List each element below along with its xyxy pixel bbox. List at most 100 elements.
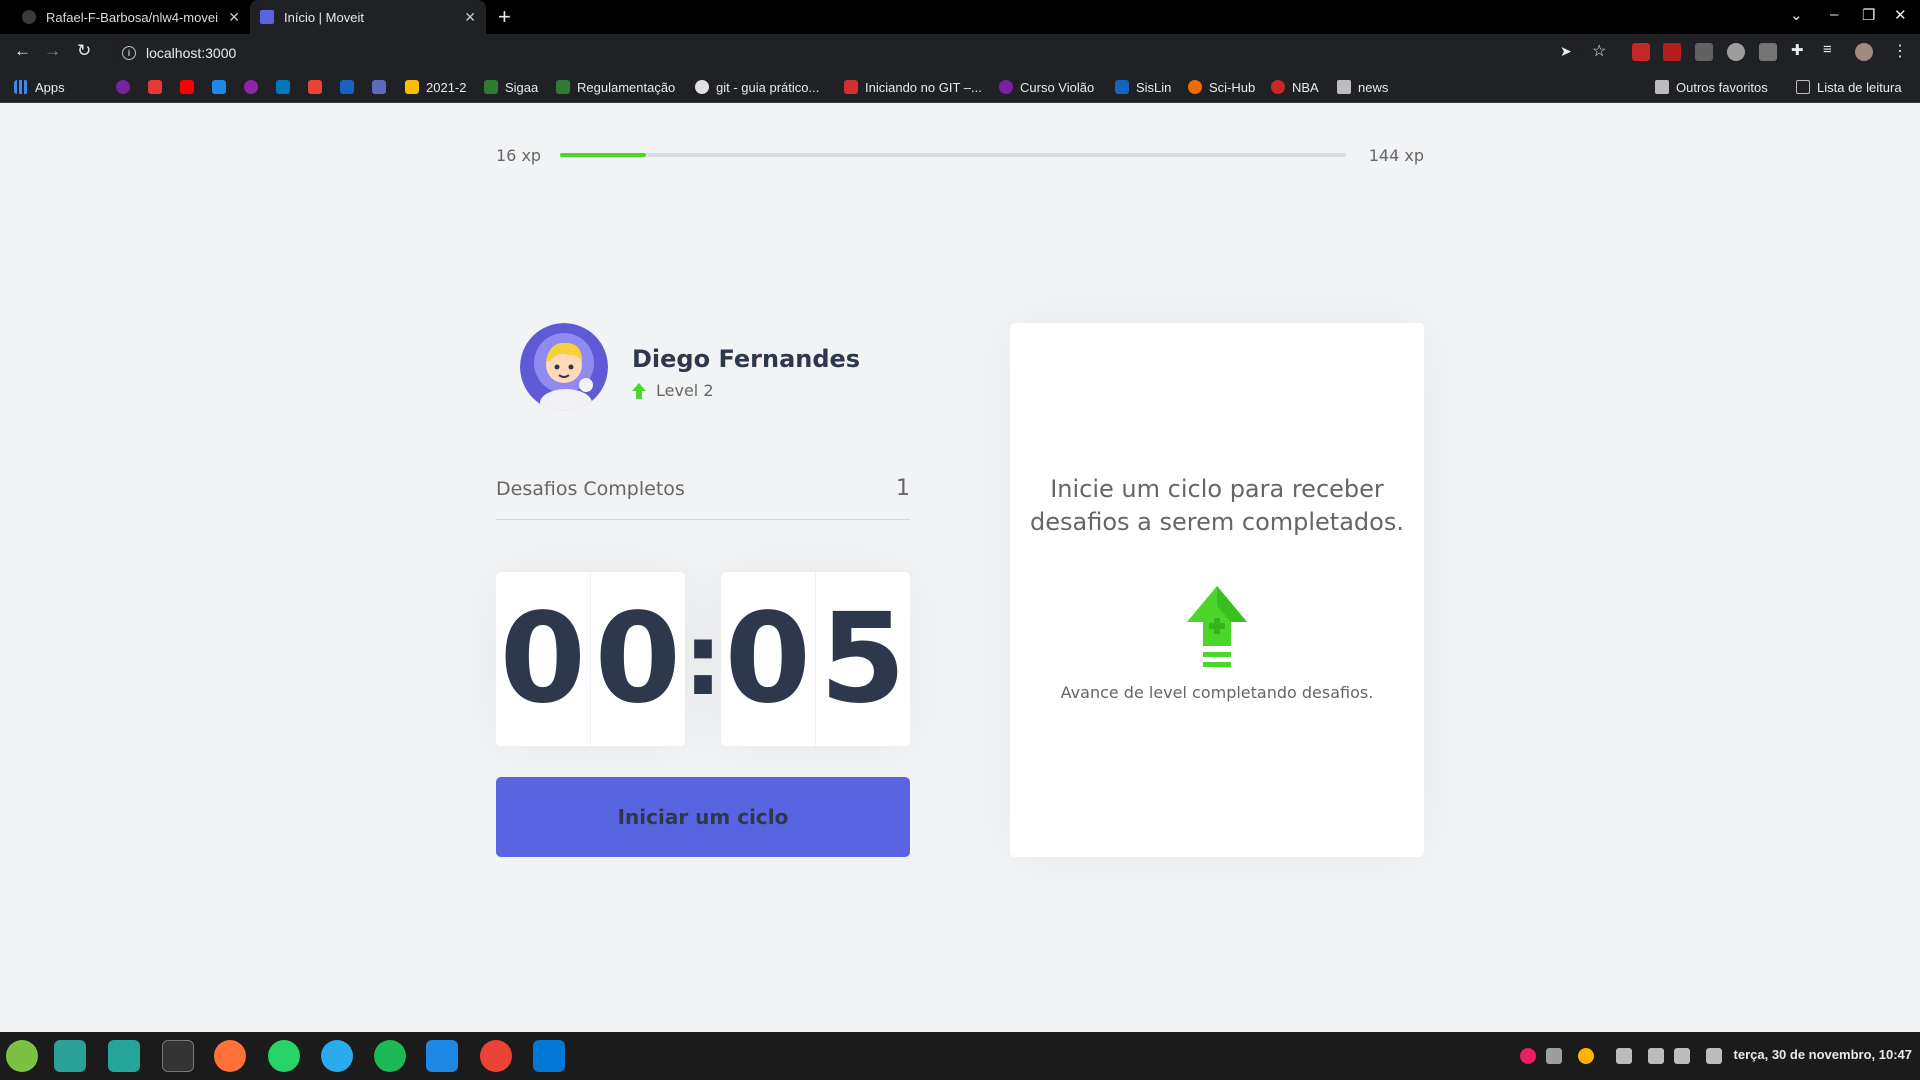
avatar [520, 323, 608, 411]
whatsapp-icon[interactable] [268, 1040, 300, 1072]
challenge-box-title: Inicie um ciclo para receber desafios a … [1030, 475, 1404, 536]
spotify-icon[interactable] [374, 1040, 406, 1072]
settings-icon[interactable] [108, 1040, 140, 1072]
files-icon[interactable] [426, 1040, 458, 1072]
address-bar[interactable]: i localhost:3000 [112, 39, 1580, 66]
telegram-tray-icon[interactable] [1616, 1048, 1632, 1064]
completed-challenges-label: Desafios Completos [496, 478, 685, 500]
avatar[interactable] [1855, 43, 1873, 61]
minimize-icon[interactable]: – [1830, 6, 1838, 23]
bookmark-icon-link[interactable] [212, 78, 226, 96]
close-icon[interactable]: ✕ [464, 9, 476, 26]
reading-list[interactable]: Lista de leitura [1796, 78, 1902, 96]
tab-moveit[interactable]: Início | Moveit ✕ [250, 0, 486, 34]
new-tab-icon[interactable]: + [498, 4, 511, 30]
close-window-icon[interactable]: ✕ [1894, 6, 1907, 24]
bookmark-label: git - guia prático... [716, 79, 820, 95]
bluetooth-icon[interactable] [1648, 1048, 1664, 1064]
puzzle-icon[interactable]: ✚ [1791, 41, 1804, 59]
twitch-icon [999, 80, 1013, 94]
bookmark-sislin[interactable]: SisLin [1115, 78, 1171, 96]
youtube-icon [180, 80, 194, 94]
network-icon[interactable] [1706, 1048, 1722, 1064]
tab-github[interactable]: Rafael-F-Barbosa/nlw4-movei ✕ [12, 0, 250, 34]
firefox-icon[interactable] [214, 1040, 246, 1072]
bookmark-icon-link[interactable] [148, 78, 162, 96]
info-icon[interactable]: i [122, 45, 136, 60]
challenge-box-hint: Avance de level completando desafios. [1060, 683, 1374, 702]
forward-icon[interactable]: → [44, 41, 61, 61]
bookmark-nba[interactable]: NBA [1271, 78, 1319, 96]
bookmark-curso-violao[interactable]: Curso Violão [999, 78, 1094, 96]
send-icon[interactable]: ➤ [1560, 43, 1572, 60]
shield-icon[interactable] [1674, 1048, 1690, 1064]
calendar-icon [244, 80, 258, 94]
completed-challenges-count: 1 [896, 476, 910, 501]
bookmark-icon-link[interactable] [180, 78, 194, 96]
restore-icon[interactable]: ❐ [1862, 6, 1875, 24]
minutes-units-digit: 0 [594, 587, 681, 731]
music-icon[interactable] [1546, 1048, 1562, 1064]
bookmark-regulamentacao[interactable]: Regulamentação [556, 78, 675, 96]
extension-icon[interactable] [1663, 43, 1681, 61]
bookmark-label: Lista de leitura [1817, 79, 1902, 95]
bookmark-news[interactable]: news [1337, 78, 1388, 96]
reading-list-icon [1796, 80, 1810, 94]
extension-icon[interactable] [1632, 43, 1650, 61]
bookmark-iniciando-git[interactable]: Iniciando no GIT –... [844, 78, 982, 96]
bookmark-label: Outros favoritos [1676, 79, 1768, 95]
tab-title: Início | Moveit [284, 9, 364, 25]
bookmark-label: Regulamentação [577, 79, 676, 95]
countdown-separator: : [683, 600, 723, 718]
profile-name: Diego Fernandes [632, 345, 861, 373]
bookmark-icon-link[interactable] [244, 78, 258, 96]
bookmark-scihub[interactable]: Sci-Hub [1188, 78, 1255, 96]
tab-search-icon[interactable]: ⌄ [1790, 6, 1803, 24]
clock[interactable]: terça, 30 de novembro, 10:47 [1734, 1047, 1912, 1062]
zoom-icon [340, 80, 354, 94]
bookmark-label: SisLin [1136, 79, 1172, 95]
bookmark-git-guide[interactable]: git - guia prático... [695, 78, 819, 96]
tray-app-icon[interactable] [1578, 1048, 1594, 1064]
close-icon[interactable]: ✕ [228, 9, 240, 26]
outlook-icon [212, 80, 226, 94]
bookmark-icon-link[interactable] [116, 78, 130, 96]
bookmark-icon-link[interactable] [276, 78, 290, 96]
trello-icon [276, 80, 290, 94]
bookmark-label: news [1358, 79, 1389, 95]
chrome-icon[interactable] [480, 1040, 512, 1072]
challenge-box: Inicie um ciclo para receber desafios a … [1010, 323, 1424, 857]
extension-icon[interactable] [1695, 43, 1713, 61]
bookmark-icon-link[interactable] [340, 78, 354, 96]
terminal-icon[interactable] [162, 1040, 194, 1072]
bookmark-2021-2[interactable]: 2021-2 [405, 78, 466, 96]
telegram-icon[interactable] [321, 1040, 353, 1072]
minutes-tens-digit: 0 [496, 572, 591, 746]
bookmark-apps[interactable]: Apps [14, 78, 65, 96]
start-cycle-button[interactable]: Iniciar um ciclo [496, 777, 910, 857]
nba-icon [1271, 80, 1285, 94]
extension-icon[interactable] [1727, 43, 1745, 61]
bookmark-sigaa[interactable]: Sigaa [484, 78, 538, 96]
mint-menu-icon[interactable] [6, 1040, 38, 1072]
teams-icon [372, 80, 386, 94]
bookmark-label: Sci-Hub [1209, 79, 1256, 95]
reload-icon[interactable]: ↻ [77, 41, 91, 61]
twitch-icon [116, 80, 130, 94]
desktop-icon[interactable] [54, 1040, 86, 1072]
extension-icon[interactable] [1759, 43, 1777, 61]
completed-challenges: Desafios Completos 1 [496, 470, 910, 520]
bookmark-other-favorites[interactable]: Outros favoritos [1655, 78, 1768, 96]
bookmark-icon-link[interactable] [372, 78, 386, 96]
xp-progress-fill [560, 153, 647, 157]
xp-progress-track [560, 153, 1346, 157]
bookmark-star-icon[interactable]: ☆ [1592, 41, 1606, 61]
profile-level: Level 2 [632, 381, 714, 400]
bookmark-icon-link[interactable] [308, 78, 322, 96]
bookmark-label: Apps [35, 79, 65, 95]
media-control-icon[interactable]: ≡ [1823, 41, 1832, 58]
tray-app-icon[interactable] [1520, 1048, 1536, 1064]
menu-icon[interactable]: ⋮ [1892, 41, 1908, 61]
back-icon[interactable]: ← [14, 41, 31, 61]
vscode-icon[interactable] [533, 1040, 565, 1072]
